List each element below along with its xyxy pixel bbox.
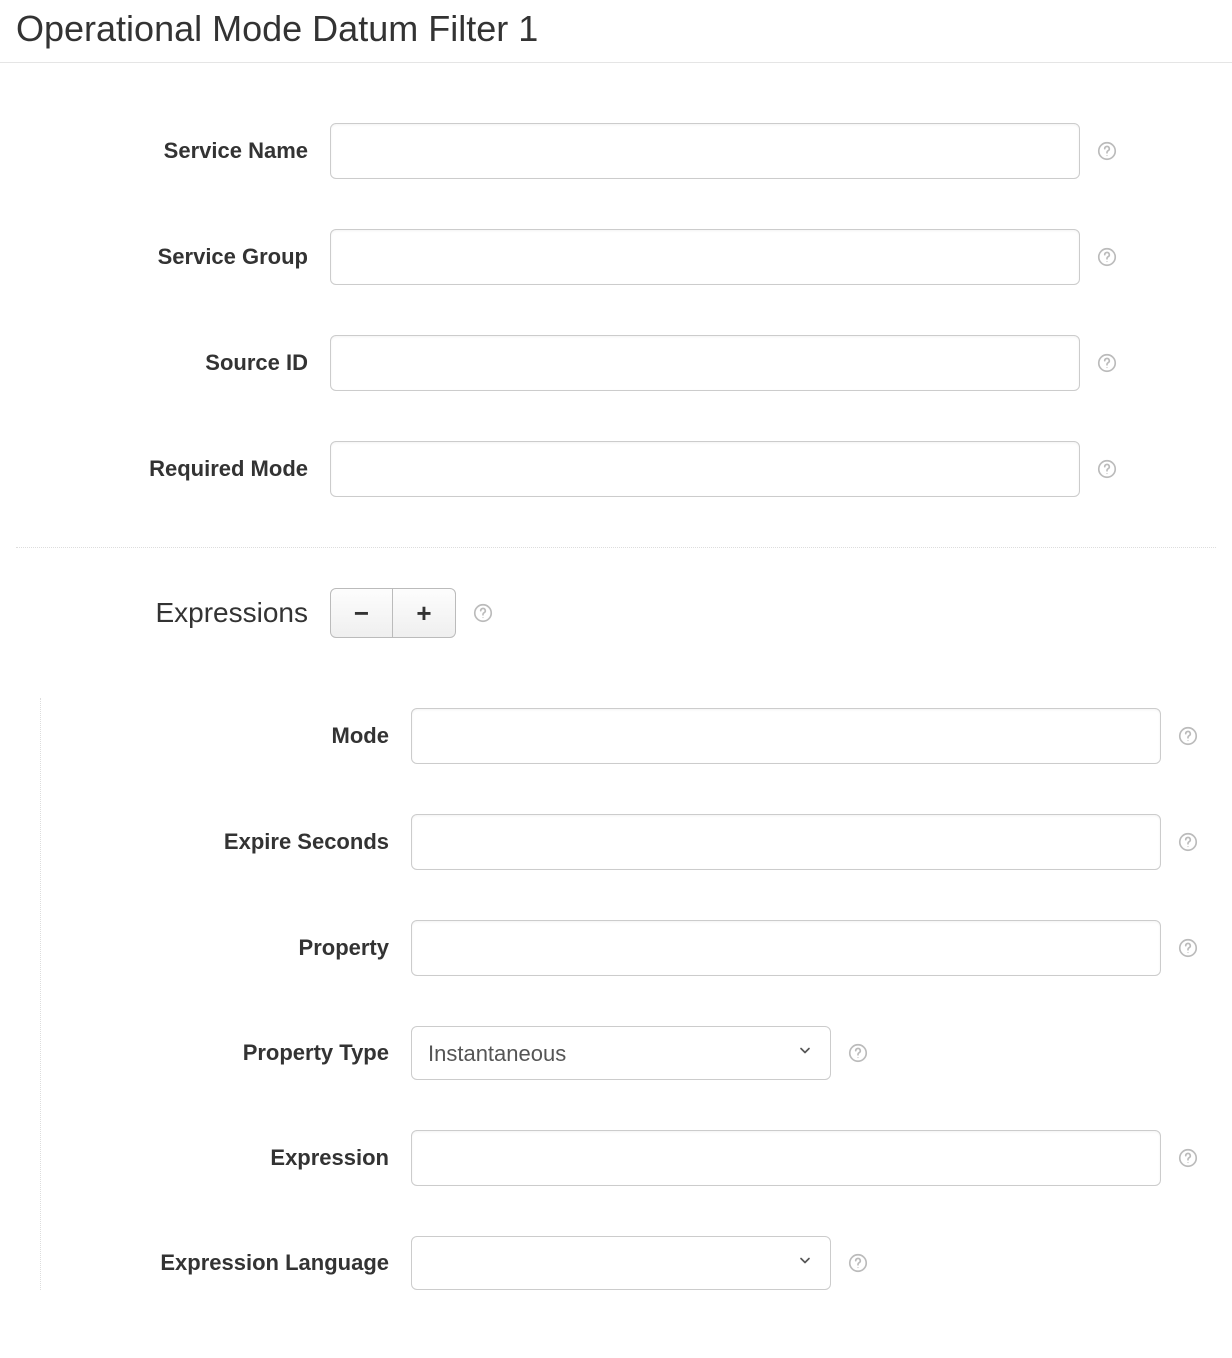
- select-property-type[interactable]: Instantaneous: [411, 1026, 831, 1080]
- help-icon[interactable]: [1177, 1147, 1199, 1169]
- expression-item: Mode Expire Seconds Pr: [40, 698, 1232, 1290]
- label-property: Property: [41, 935, 411, 961]
- label-service-name: Service Name: [0, 138, 330, 164]
- input-source-id[interactable]: [330, 335, 1080, 391]
- form-container: Service Name Service Group Source ID: [0, 123, 1232, 1290]
- row-property: Property: [41, 920, 1232, 976]
- row-mode: Mode: [41, 708, 1232, 764]
- input-service-name[interactable]: [330, 123, 1080, 179]
- input-required-mode[interactable]: [330, 441, 1080, 497]
- help-icon[interactable]: [1177, 831, 1199, 853]
- help-icon[interactable]: [472, 602, 494, 624]
- input-service-group[interactable]: [330, 229, 1080, 285]
- row-service-group: Service Group: [0, 229, 1232, 285]
- row-source-id: Source ID: [0, 335, 1232, 391]
- help-icon[interactable]: [847, 1252, 869, 1274]
- label-service-group: Service Group: [0, 244, 330, 270]
- label-source-id: Source ID: [0, 350, 330, 376]
- row-expressions: Expressions − +: [0, 588, 1232, 638]
- plus-icon: +: [416, 598, 431, 629]
- row-property-type: Property Type Instantaneous: [41, 1026, 1232, 1080]
- input-mode[interactable]: [411, 708, 1161, 764]
- input-expression[interactable]: [411, 1130, 1161, 1186]
- expressions-button-group: − +: [330, 588, 456, 638]
- label-expression: Expression: [41, 1145, 411, 1171]
- row-expression: Expression: [41, 1130, 1232, 1186]
- page-title: Operational Mode Datum Filter 1: [0, 0, 1232, 63]
- remove-expression-button[interactable]: −: [331, 589, 393, 637]
- label-property-type: Property Type: [41, 1040, 411, 1066]
- row-required-mode: Required Mode: [0, 441, 1232, 497]
- label-expire-seconds: Expire Seconds: [41, 829, 411, 855]
- help-icon[interactable]: [1096, 458, 1118, 480]
- input-property[interactable]: [411, 920, 1161, 976]
- section-divider: [16, 547, 1216, 548]
- row-expression-language: Expression Language: [41, 1236, 1232, 1290]
- help-icon[interactable]: [1096, 352, 1118, 374]
- help-icon[interactable]: [1177, 725, 1199, 747]
- help-icon[interactable]: [847, 1042, 869, 1064]
- minus-icon: −: [354, 598, 369, 629]
- label-expression-language: Expression Language: [41, 1250, 411, 1276]
- select-expression-language[interactable]: [411, 1236, 831, 1290]
- add-expression-button[interactable]: +: [393, 589, 455, 637]
- row-service-name: Service Name: [0, 123, 1232, 179]
- label-mode: Mode: [41, 723, 411, 749]
- help-icon[interactable]: [1096, 140, 1118, 162]
- row-expire-seconds: Expire Seconds: [41, 814, 1232, 870]
- help-icon[interactable]: [1096, 246, 1118, 268]
- input-expire-seconds[interactable]: [411, 814, 1161, 870]
- label-required-mode: Required Mode: [0, 456, 330, 482]
- label-expressions: Expressions: [0, 597, 330, 629]
- help-icon[interactable]: [1177, 937, 1199, 959]
